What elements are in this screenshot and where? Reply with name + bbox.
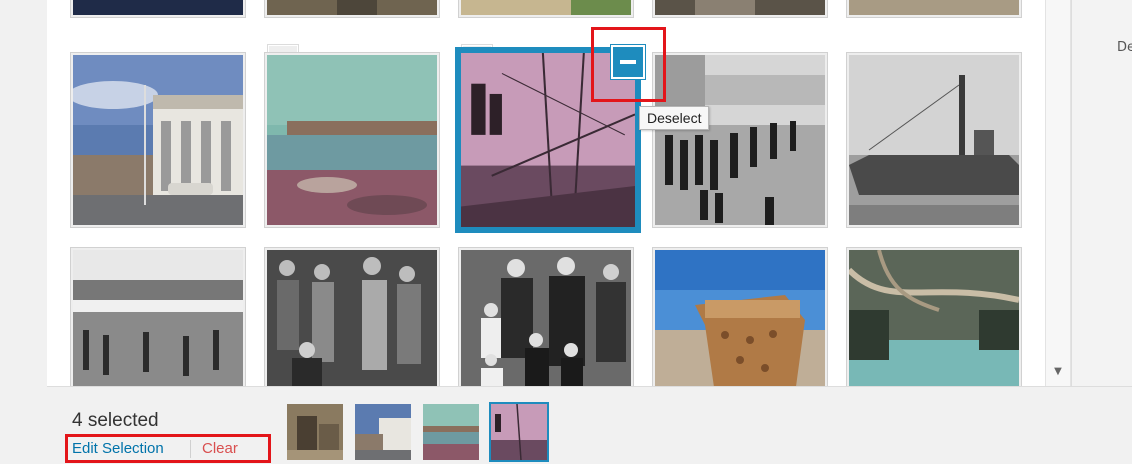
media-thumbnail-image (73, 250, 243, 386)
media-thumbnail-image (849, 55, 1019, 225)
selected-thumbnail-active[interactable] (491, 404, 547, 460)
media-grid (47, 0, 1045, 386)
media-item[interactable] (458, 247, 634, 386)
selected-thumbnail-image (423, 404, 479, 460)
media-library-window: Deselect ▼ De 4 selected Edit Selection … (0, 0, 1132, 464)
media-thumbnail-image (849, 250, 1019, 386)
media-item[interactable] (70, 0, 246, 18)
selected-thumbnail-image (355, 404, 411, 460)
selection-count: 4 selected (72, 410, 159, 431)
media-thumbnail-image (267, 0, 437, 15)
selected-thumbnail[interactable] (355, 404, 411, 460)
media-item[interactable] (846, 247, 1022, 386)
media-item[interactable] (264, 0, 440, 18)
media-item[interactable] (652, 0, 828, 18)
attachment-details-sidebar: De (1071, 0, 1132, 386)
selected-thumbnail-image (491, 404, 547, 460)
media-item[interactable] (846, 0, 1022, 18)
deselect-tooltip: Deselect (639, 106, 710, 130)
media-item[interactable] (264, 247, 440, 386)
selected-thumbnail-image (287, 404, 343, 460)
media-thumbnail-image (849, 0, 1019, 15)
selection-toolbar: 4 selected Edit Selection Clear (47, 386, 1132, 464)
sidebar-heading: De (1117, 40, 1132, 55)
media-thumbnail-image (655, 55, 825, 225)
media-thumbnail-image (461, 0, 631, 15)
media-item[interactable] (846, 52, 1022, 228)
media-thumbnail-image (655, 0, 825, 15)
media-thumbnail-image (655, 250, 825, 386)
arrow-down-icon[interactable]: ▼ (1051, 366, 1065, 378)
media-thumbnail-image (73, 0, 243, 15)
vertical-scrollbar[interactable] (1045, 0, 1071, 386)
media-item[interactable] (458, 0, 634, 18)
annotation-highlight-selection-links (65, 434, 271, 463)
media-item-selected[interactable] (264, 52, 440, 228)
annotation-highlight-deselect (591, 27, 666, 102)
media-item[interactable] (652, 247, 828, 386)
media-thumbnail-image (73, 55, 243, 225)
selected-thumbnail[interactable] (287, 404, 343, 460)
media-item[interactable] (70, 247, 246, 386)
media-thumbnail-image (461, 250, 631, 386)
media-thumbnail-image (267, 55, 437, 225)
media-thumbnail-image (267, 250, 437, 386)
selected-thumbnail[interactable] (423, 404, 479, 460)
media-item-selected[interactable] (70, 52, 246, 228)
media-item[interactable] (652, 52, 828, 228)
